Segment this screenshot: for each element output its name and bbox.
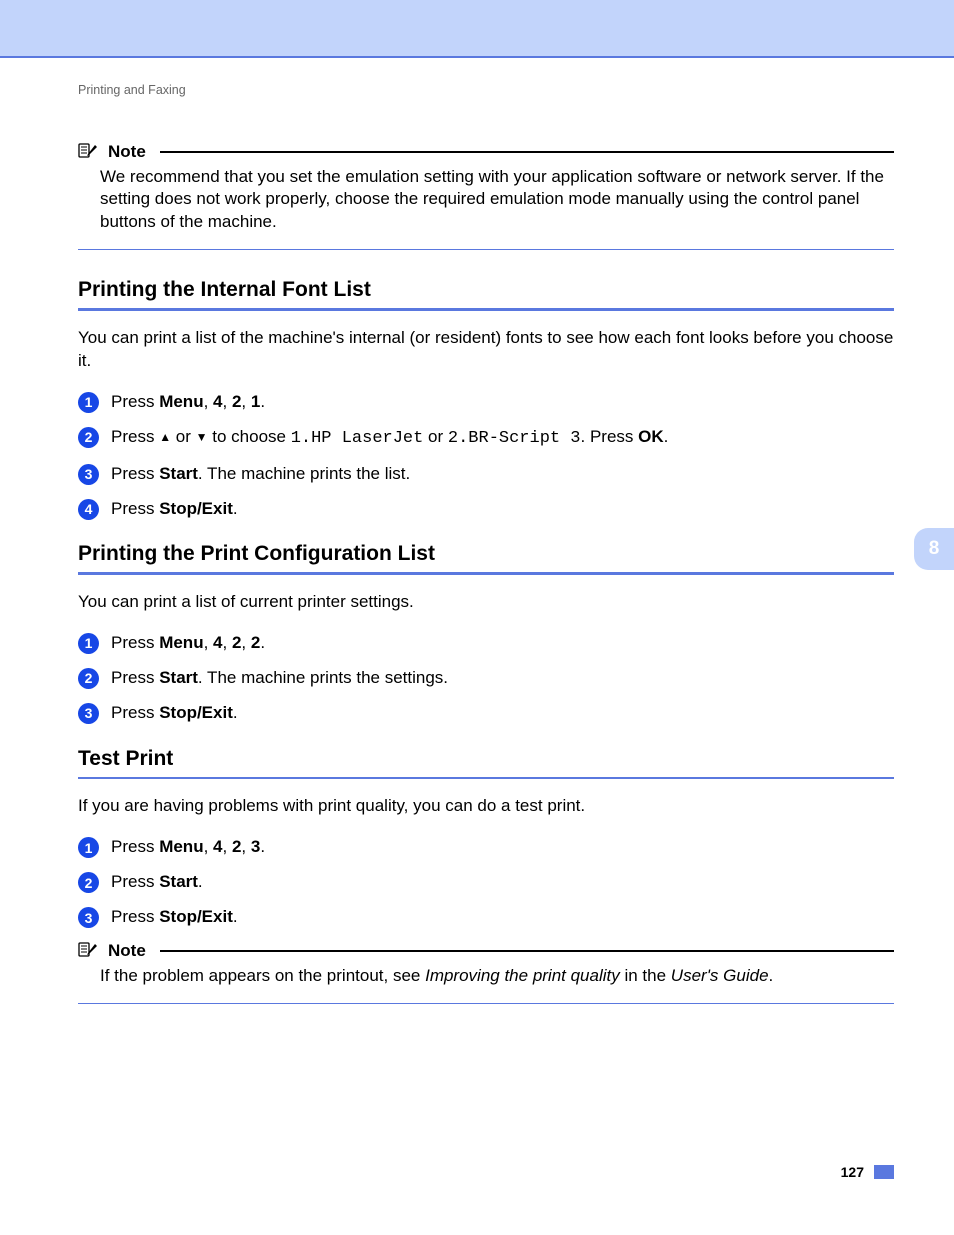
note-rule <box>160 151 894 153</box>
note-heading-row: Note <box>78 941 894 961</box>
section-rule <box>78 572 894 575</box>
page-content: Printing and Faxing Note We recommend th… <box>0 58 954 1004</box>
step-text: Press Start. <box>111 871 203 894</box>
step-item: 3 Press Stop/Exit. <box>78 702 894 725</box>
section-title-test-print: Test Print <box>78 747 894 771</box>
step-number-icon: 2 <box>78 872 99 893</box>
up-arrow-icon: ▲ <box>159 429 171 445</box>
step-item: 4 Press Stop/Exit. <box>78 498 894 521</box>
step-number-icon: 1 <box>78 392 99 413</box>
steps-list-test: 1 Press Menu, 4, 2, 3. 2 Press Start. 3 … <box>78 836 894 929</box>
down-arrow-icon: ▼ <box>196 429 208 445</box>
step-number-icon: 2 <box>78 427 99 448</box>
step-text: Press Stop/Exit. <box>111 702 238 725</box>
note-label: Note <box>108 941 146 961</box>
step-item: 1 Press Menu, 4, 2, 3. <box>78 836 894 859</box>
step-number-icon: 4 <box>78 499 99 520</box>
page-footer: 127 <box>841 1164 894 1180</box>
footer-accent-bar <box>874 1165 894 1179</box>
step-text: Press Menu, 4, 2, 3. <box>111 836 265 859</box>
step-item: 3 Press Start. The machine prints the li… <box>78 463 894 486</box>
section-rule <box>78 777 894 780</box>
note-body-text: We recommend that you set the emulation … <box>78 162 894 243</box>
section-rule <box>78 308 894 311</box>
top-header-band <box>0 0 954 58</box>
step-item: 3 Press Stop/Exit. <box>78 906 894 929</box>
note-pencil-icon <box>78 142 98 162</box>
step-text: Press Stop/Exit. <box>111 498 238 521</box>
step-number-icon: 3 <box>78 464 99 485</box>
step-text: Press Stop/Exit. <box>111 906 238 929</box>
step-item: 1 Press Menu, 4, 2, 1. <box>78 391 894 414</box>
step-number-icon: 1 <box>78 837 99 858</box>
step-number-icon: 1 <box>78 633 99 654</box>
steps-list-font: 1 Press Menu, 4, 2, 1. 2 Press ▲ or ▼ to… <box>78 391 894 521</box>
step-item: 2 Press ▲ or ▼ to choose 1.HP LaserJet o… <box>78 426 894 451</box>
step-number-icon: 3 <box>78 907 99 928</box>
note-rule <box>160 950 894 952</box>
section-title-config-list: Printing the Print Configuration List <box>78 542 894 566</box>
note-heading-row: Note <box>78 142 894 162</box>
step-item: 2 Press Start. The machine prints the se… <box>78 667 894 690</box>
note-body-text: If the problem appears on the printout, … <box>78 961 894 997</box>
chapter-tab: 8 <box>914 528 954 570</box>
running-header: Printing and Faxing <box>78 83 894 97</box>
step-text: Press ▲ or ▼ to choose 1.HP LaserJet or … <box>111 426 668 451</box>
step-number-icon: 2 <box>78 668 99 689</box>
note-separator <box>78 249 894 250</box>
step-text: Press Start. The machine prints the list… <box>111 463 410 486</box>
page-number: 127 <box>841 1164 864 1180</box>
section-intro: You can print a list of current printer … <box>78 591 894 614</box>
document-page: 8 Printing and Faxing Note We recommend … <box>0 0 954 1235</box>
note-pencil-icon <box>78 941 98 961</box>
step-text: Press Start. The machine prints the sett… <box>111 667 448 690</box>
section-intro: You can print a list of the machine's in… <box>78 327 894 373</box>
section-title-font-list: Printing the Internal Font List <box>78 278 894 302</box>
note-separator <box>78 1003 894 1004</box>
section-intro: If you are having problems with print qu… <box>78 795 894 818</box>
step-text: Press Menu, 4, 2, 1. <box>111 391 265 414</box>
note-block-test-print: Note If the problem appears on the print… <box>78 941 894 1004</box>
steps-list-config: 1 Press Menu, 4, 2, 2. 2 Press Start. Th… <box>78 632 894 725</box>
step-item: 1 Press Menu, 4, 2, 2. <box>78 632 894 655</box>
note-label: Note <box>108 142 146 162</box>
step-number-icon: 3 <box>78 703 99 724</box>
note-block-emulation: Note We recommend that you set the emula… <box>78 142 894 250</box>
step-item: 2 Press Start. <box>78 871 894 894</box>
step-text: Press Menu, 4, 2, 2. <box>111 632 265 655</box>
